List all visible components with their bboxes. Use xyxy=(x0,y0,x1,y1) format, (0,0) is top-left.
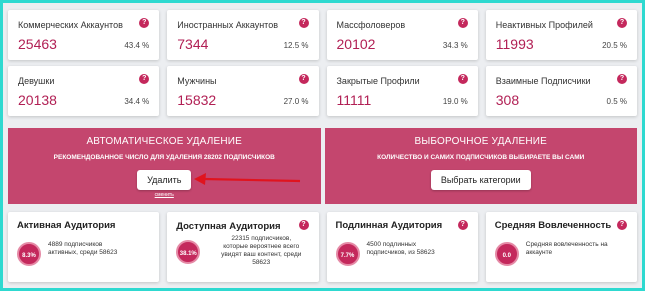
audience-description: 4889 подписчиков активных, среди 58623 xyxy=(48,241,118,256)
stat-value: 11993 xyxy=(495,36,534,52)
audience-title: Средняя Вовлеченность xyxy=(494,220,612,231)
stat-percent: 19.0 % xyxy=(442,97,468,106)
stat-value: 25463 xyxy=(18,36,57,52)
choose-categories-button[interactable]: Выбрать категории xyxy=(430,170,531,190)
stat-percent: 20.5 % xyxy=(602,41,627,50)
audience-percent-badge: 0.0 xyxy=(494,242,519,266)
stat-value: 7344 xyxy=(177,36,209,52)
stat-percent: 12.5 % xyxy=(283,41,309,50)
delete-options: АВТОМАТИЧЕСКОЕ УДАЛЕНИЕ РЕКОМЕНДОВАННОЕ … xyxy=(8,128,637,204)
help-icon[interactable]: ? xyxy=(457,18,468,28)
stat-card-foreign: Иностранных Аккаунтов ? 7344 12.5 % xyxy=(167,10,319,60)
auto-delete-panel: АВТОМАТИЧЕСКОЕ УДАЛЕНИЕ РЕКОМЕНДОВАННОЕ … xyxy=(8,128,321,204)
stat-value: 20138 xyxy=(18,92,57,108)
audience-card-active: Активная Аудитория 8.3% 4889 подписчиков… xyxy=(8,212,160,282)
audience-description: 4500 подлинных подписчиков, из 58623 xyxy=(366,241,435,256)
stats-row-2: Девушки ? 20138 34.4 % Мужчины ? 15832 2… xyxy=(8,66,637,116)
stat-card-massfollowers: Массфоловеров ? 20102 34.3 % xyxy=(326,10,478,60)
stat-value: 20102 xyxy=(336,36,376,52)
stat-percent: 27.0 % xyxy=(283,97,309,106)
auto-delete-title: АВТОМАТИЧЕСКОЕ УДАЛЕНИЕ xyxy=(86,136,243,147)
delete-button[interactable]: Удалить xyxy=(137,170,192,190)
help-icon[interactable]: ? xyxy=(139,18,150,28)
selective-delete-panel: ВЫБОРОЧНОЕ УДАЛЕНИЕ КОЛИЧЕСТВО И САМИХ П… xyxy=(324,128,637,204)
stats-row-1: Коммерческих Аккаунтов ? 25463 43.4 % Ин… xyxy=(8,10,637,60)
selective-delete-subtitle: КОЛИЧЕСТВО И САМИХ ПОДПИСЧИКОВ ВЫБИРАЕТЕ… xyxy=(377,154,585,161)
help-icon[interactable]: ? xyxy=(457,220,468,230)
stat-value: 308 xyxy=(495,92,520,108)
stat-label: Мужчины xyxy=(177,76,217,86)
stat-percent: 0.5 % xyxy=(606,97,627,106)
audience-card-genuine: Подлинная Аудитория ? 7.7% 4500 подлинны… xyxy=(326,212,478,282)
audience-title: Подлинная Аудитория xyxy=(335,220,443,231)
stat-value: 11111 xyxy=(336,92,372,108)
stat-card-commercial: Коммерческих Аккаунтов ? 25463 43.4 % xyxy=(8,10,160,60)
audience-title: Доступная Аудитория xyxy=(176,221,281,232)
audience-description: Средняя вовлеченность на аккаунте xyxy=(525,241,608,256)
help-icon[interactable]: ? xyxy=(298,220,309,230)
audience-percent-badge: 7.7% xyxy=(335,242,360,266)
stat-card-private: Закрытые Профили ? 11111 19.0 % xyxy=(326,66,478,116)
audience-title: Активная Аудитория xyxy=(17,220,116,231)
stat-label: Взаимные Подписчики xyxy=(495,76,591,86)
stat-card-female: Девушки ? 20138 34.4 % xyxy=(8,66,160,116)
change-link[interactable]: сменить xyxy=(8,192,321,198)
audience-percent-badge: 38.1% xyxy=(176,240,201,264)
stat-label: Коммерческих Аккаунтов xyxy=(18,20,123,30)
audience-description: 22315 подписчиков, которые вероятнее все… xyxy=(221,235,302,266)
annotation-arrow-icon xyxy=(194,173,301,185)
help-icon[interactable]: ? xyxy=(298,74,309,84)
auto-delete-subtitle: РЕКОМЕНДОВАННОЕ ЧИСЛО ДЛЯ УДАЛЕНИЯ 28202… xyxy=(53,154,275,161)
stat-label: Закрытые Профили xyxy=(336,76,420,86)
stat-percent: 34.3 % xyxy=(442,41,468,50)
stat-percent: 43.4 % xyxy=(124,41,150,50)
stat-percent: 34.4 % xyxy=(124,97,150,106)
selective-delete-title: ВЫБОРОЧНОЕ УДАЛЕНИЕ xyxy=(414,136,548,147)
help-icon[interactable]: ? xyxy=(457,74,468,84)
stat-value: 15832 xyxy=(177,92,217,108)
audience-card-reachable: Доступная Аудитория ? 38.1% 22315 подпис… xyxy=(167,212,319,282)
help-icon[interactable]: ? xyxy=(617,220,627,230)
stat-label: Девушки xyxy=(18,76,55,86)
help-icon[interactable]: ? xyxy=(617,74,627,84)
stat-label: Иностранных Аккаунтов xyxy=(177,20,278,30)
stat-card-inactive: Неактивных Профилей ? 11993 20.5 % xyxy=(485,10,637,60)
stat-label: Неактивных Профилей xyxy=(495,20,593,30)
audience-percent-badge: 8.3% xyxy=(17,242,41,266)
stat-card-mutual: Взаимные Подписчики ? 308 0.5 % xyxy=(485,66,637,116)
help-icon[interactable]: ? xyxy=(617,18,627,28)
audience-row: Активная Аудитория 8.3% 4889 подписчиков… xyxy=(8,212,637,282)
stat-label: Массфоловеров xyxy=(336,20,406,30)
stat-card-male: Мужчины ? 15832 27.0 % xyxy=(167,66,319,116)
audience-card-engagement: Средняя Вовлеченность ? 0.0 Средняя вовл… xyxy=(485,212,637,282)
help-icon[interactable]: ? xyxy=(139,74,150,84)
help-icon[interactable]: ? xyxy=(298,18,309,28)
